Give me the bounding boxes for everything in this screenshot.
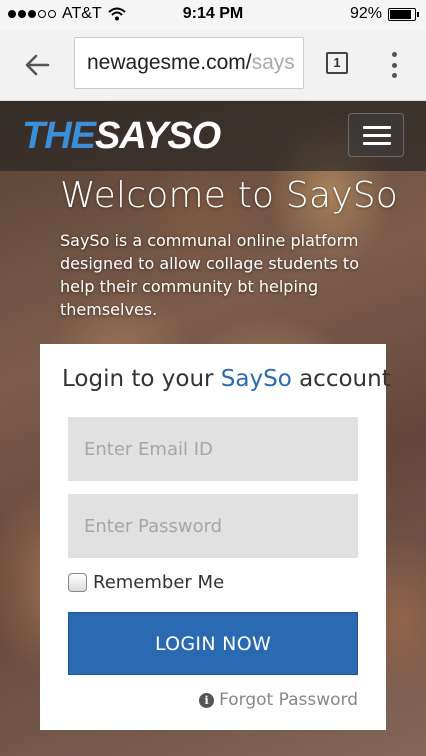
site-header: THESAYSO	[0, 101, 426, 171]
site-logo[interactable]: THESAYSO	[22, 115, 221, 158]
overflow-menu-icon[interactable]	[388, 52, 400, 78]
forgot-password-link[interactable]: i Forgot Password	[199, 690, 358, 710]
battery-percent: 92%	[349, 5, 382, 22]
login-card: Login to your SaySo account Remember Me …	[40, 344, 391, 730]
back-button[interactable]	[20, 47, 56, 83]
url-text: newagesme.com/	[87, 51, 252, 74]
remember-me-label: Remember Me	[93, 572, 225, 593]
hamburger-icon[interactable]	[348, 113, 404, 157]
url-text-faded: says	[251, 51, 295, 74]
password-input[interactable]	[68, 494, 358, 558]
browser-toolbar: newagesme.com/says 1	[0, 30, 426, 101]
logo-text-the: THE	[22, 115, 96, 157]
status-bar: AT&T 9:14 PM 92%	[0, 0, 426, 30]
battery-fill	[390, 9, 411, 19]
email-input[interactable]	[68, 417, 358, 481]
login-heading-prefix: Login to your	[62, 366, 221, 392]
remember-me-toggle[interactable]: Remember Me	[68, 572, 224, 593]
logo-text-sayso: SAYSO	[95, 115, 221, 157]
remember-me-checkbox[interactable]	[68, 573, 87, 592]
welcome-description: SaySo is a communal online platform desi…	[60, 231, 359, 319]
info-icon: i	[199, 692, 215, 708]
login-button[interactable]: LOGIN NOW	[68, 612, 358, 675]
battery-icon	[388, 7, 419, 21]
back-arrow-icon	[25, 54, 50, 76]
forgot-password-label: Forgot Password	[219, 690, 358, 710]
web-page: THESAYSO Welcome to SaySo SaySo is a com…	[0, 101, 426, 756]
tab-switcher-icon[interactable]: 1	[326, 52, 348, 74]
welcome-title: Welcome to SaySo	[60, 175, 398, 216]
login-heading-suffix: account	[291, 366, 391, 392]
url-bar[interactable]: newagesme.com/says	[74, 37, 304, 89]
status-right: 92%	[349, 5, 419, 23]
login-heading: Login to your SaySo account	[62, 366, 391, 392]
login-heading-brand: SaySo	[220, 366, 292, 392]
